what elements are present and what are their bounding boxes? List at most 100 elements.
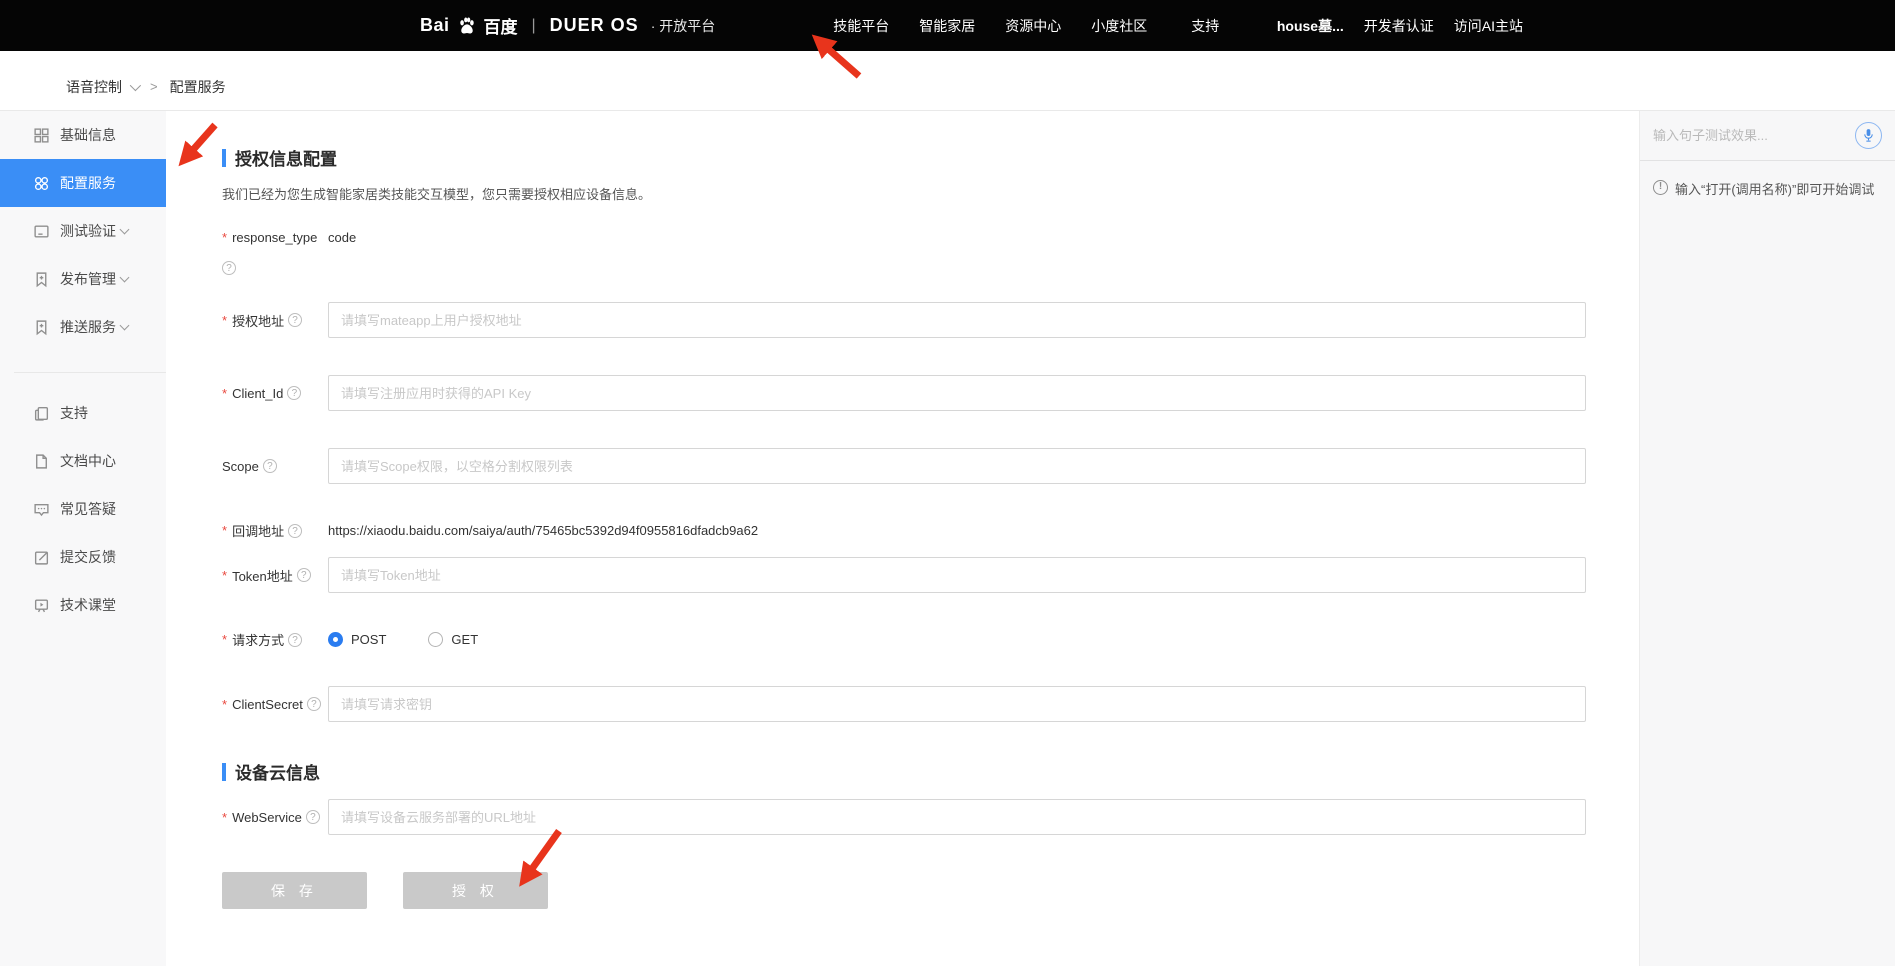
field-label: * Client_Id ? — [222, 386, 328, 401]
sidebar-item-basic-info[interactable]: 基础信息 — [0, 111, 166, 159]
bookmark-plus-icon — [33, 319, 50, 336]
section-description: 我们已经为您生成智能家居类技能交互模型，您只需要授权相应设备信息。 — [222, 184, 1586, 203]
section-title: 设备云信息 — [235, 759, 320, 784]
token-url-input[interactable] — [328, 557, 1586, 593]
nav-link-smart-home[interactable]: 智能家居 — [917, 12, 977, 40]
nav-link-ai-site[interactable]: 访问AI主站 — [1454, 16, 1523, 36]
test-sentence-input[interactable] — [1653, 128, 1847, 143]
help-icon[interactable]: ? — [306, 810, 320, 824]
chevron-down-icon — [120, 225, 130, 235]
section-title: 授权信息配置 — [235, 145, 337, 170]
microphone-button[interactable] — [1855, 122, 1882, 149]
request-method-options: POST GET — [328, 632, 478, 647]
grid-icon — [33, 127, 50, 144]
document-icon — [33, 453, 50, 470]
client-secret-input[interactable] — [328, 686, 1586, 722]
baidu-logo-text: Bai — [420, 15, 450, 36]
client-secret-row: * ClientSecret ? — [222, 686, 1586, 722]
nav-link-resource-center[interactable]: 资源中心 — [1003, 12, 1063, 40]
help-icon[interactable]: ? — [288, 313, 302, 327]
section-auth-config: 授权信息配置 — [222, 145, 1586, 170]
field-label: * response_type — [222, 230, 328, 245]
section-device-cloud: 设备云信息 — [222, 759, 1586, 784]
brand-logo[interactable]: Bai 百度 | DUER OS · 开放平台 — [420, 13, 715, 38]
sidebar-item-label: 文档中心 — [60, 451, 116, 471]
callback-url-value: https://xiaodu.baidu.com/saiya/auth/7546… — [328, 523, 758, 538]
clover-icon — [33, 175, 50, 192]
action-buttons: 保 存 授 权 — [222, 872, 1586, 909]
sidebar-item-label: 提交反馈 — [60, 547, 116, 567]
required-marker: * — [222, 523, 227, 538]
sidebar-item-tech-class[interactable]: 技术课堂 — [0, 581, 166, 629]
test-panel-tip: ! 输入“打开(调用名称)”即可开始调试 — [1653, 179, 1882, 198]
required-marker: * — [222, 568, 227, 583]
top-navbar: Bai 百度 | DUER OS · 开放平台 技能平台 智能家居 资源中心 小… — [0, 0, 1895, 51]
client-id-row: * Client_Id ? — [222, 375, 1586, 411]
breadcrumb-separator: > — [150, 79, 158, 94]
help-icon[interactable]: ? — [288, 633, 302, 647]
auth-url-input[interactable] — [328, 302, 1586, 338]
sidebar-item-config-service[interactable]: 配置服务 — [0, 159, 166, 207]
sidebar-item-test-verify[interactable]: 测试验证 — [0, 207, 166, 255]
field-label: * 请求方式 ? — [222, 630, 328, 649]
form-rows: * 授权地址 ? * Client_Id ? Scope ? * — [222, 302, 1586, 722]
field-label: * WebService ? — [222, 810, 328, 825]
sidebar-item-publish-manage[interactable]: 发布管理 — [0, 255, 166, 303]
sidebar-item-feedback[interactable]: 提交反馈 — [0, 533, 166, 581]
user-menu[interactable]: house墓... — [1277, 16, 1344, 36]
help-icon[interactable]: ? — [307, 697, 321, 711]
user-nav: house墓... 开发者认证 访问AI主站 — [1277, 16, 1523, 36]
sidebar-item-support[interactable]: 支持 — [0, 389, 166, 437]
help-icon[interactable]: ? — [287, 386, 301, 400]
radio-selected-icon — [328, 632, 343, 647]
chevron-down-icon — [120, 321, 130, 331]
required-marker: * — [222, 230, 227, 245]
callback-url-row: * 回调地址 ? https://xiaodu.baidu.com/saiya/… — [222, 521, 1586, 540]
sidebar-item-doc-center[interactable]: 文档中心 — [0, 437, 166, 485]
breadcrumb-current: 配置服务 — [170, 77, 226, 97]
baidu-paw-icon — [457, 17, 477, 35]
response-type-row: * response_type code — [222, 230, 1586, 245]
logo-separator: | — [532, 17, 536, 35]
test-panel: ! 输入“打开(调用名称)”即可开始调试 — [1639, 111, 1895, 966]
sidebar-item-label: 基础信息 — [60, 125, 116, 145]
web-service-input[interactable] — [328, 799, 1586, 835]
radio-get[interactable]: GET — [428, 632, 478, 647]
help-icon[interactable]: ? — [222, 261, 236, 275]
chevron-down-icon — [120, 273, 130, 283]
sidebar-item-push-service[interactable]: 推送服务 — [0, 303, 166, 351]
nav-link-support[interactable]: 支持 — [1189, 12, 1221, 40]
chat-dots-icon — [33, 501, 50, 518]
nav-link-developer-cert[interactable]: 开发者认证 — [1364, 16, 1434, 36]
scope-input[interactable] — [328, 448, 1586, 484]
sidebar-item-faq[interactable]: 常见答疑 — [0, 485, 166, 533]
authorize-button[interactable]: 授 权 — [403, 872, 548, 909]
web-service-row: * WebService ? — [222, 799, 1586, 835]
nav-link-xiaodu-community[interactable]: 小度社区 — [1089, 12, 1149, 40]
chevron-down-icon — [130, 79, 141, 90]
sidebar: 基础信息 配置服务 测试验证 发布管理 推送服务 支持 文档中心 常见答疑 提交… — [0, 111, 166, 966]
dueros-logo-text: DUER OS — [550, 15, 639, 36]
help-icon[interactable]: ? — [263, 459, 277, 473]
client-id-input[interactable] — [328, 375, 1586, 411]
token-url-row: * Token地址 ? — [222, 557, 1586, 593]
nav-link-skill-platform[interactable]: 技能平台 — [831, 12, 891, 40]
radio-post[interactable]: POST — [328, 632, 386, 647]
sidebar-item-label: 推送服务 — [60, 317, 116, 337]
breadcrumb-parent[interactable]: 语音控制 — [66, 77, 138, 97]
help-icon[interactable]: ? — [297, 568, 311, 582]
baidu-logo-cn: 百度 — [484, 13, 518, 38]
section-accent-bar — [222, 763, 226, 781]
help-icon[interactable]: ? — [288, 524, 302, 538]
copy-icon — [33, 405, 50, 422]
save-button[interactable]: 保 存 — [222, 872, 367, 909]
required-marker: * — [222, 810, 227, 825]
sidebar-item-label: 常见答疑 — [60, 499, 116, 519]
required-marker: * — [222, 313, 227, 328]
response-type-value: code — [328, 230, 356, 245]
breadcrumb-parent-label: 语音控制 — [66, 77, 122, 97]
field-label: * 授权地址 ? — [222, 311, 328, 330]
main-content: 授权信息配置 我们已经为您生成智能家居类技能交互模型，您只需要授权相应设备信息。… — [166, 111, 1639, 966]
required-marker: * — [222, 386, 227, 401]
sidebar-item-label: 配置服务 — [60, 173, 116, 193]
